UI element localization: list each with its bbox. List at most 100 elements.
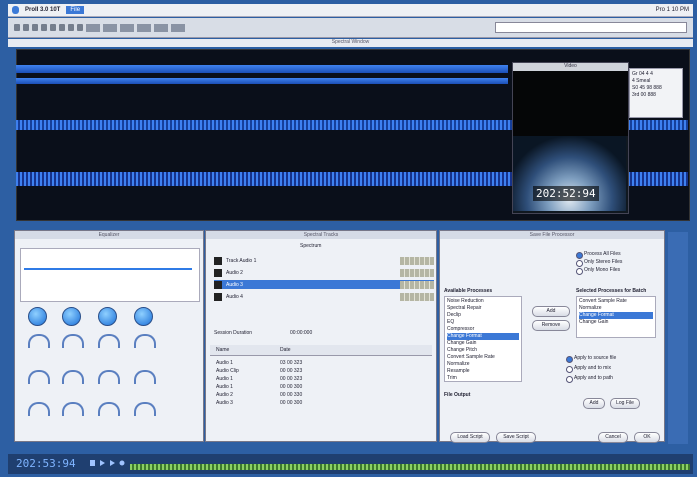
track-name: Audio 3: [226, 281, 243, 288]
process-item[interactable]: Spectral Repair: [447, 305, 519, 312]
toolbar-field[interactable]: [495, 22, 687, 33]
track-row-selected[interactable]: Audio 3: [214, 280, 434, 289]
tool-icon[interactable]: [50, 24, 56, 31]
tool-group-icon[interactable]: [171, 23, 185, 32]
process-item[interactable]: Noise Reduction: [447, 298, 519, 305]
log-file-button[interactable]: Log File: [610, 398, 640, 409]
tool-group-icon[interactable]: [154, 23, 168, 32]
record-icon: [119, 460, 125, 466]
info-line: Gr 04 4 4: [632, 71, 653, 77]
gain-knob[interactable]: [98, 307, 117, 326]
q-dial[interactable]: [98, 370, 120, 384]
selected-item[interactable]: Normalize: [579, 305, 653, 312]
spot-view-title: Spectral Window: [8, 39, 693, 47]
tool-group-icon[interactable]: [103, 23, 117, 32]
selected-processes-list[interactable]: Convert Sample Rate Normalize Change For…: [576, 296, 656, 338]
list-item[interactable]: Audio 2 00 00 330: [216, 392, 416, 399]
process-item[interactable]: Compressor: [447, 326, 519, 333]
process-item[interactable]: Change Pitch: [447, 347, 519, 354]
cancel-button[interactable]: Cancel: [598, 432, 628, 443]
tool-icon[interactable]: [14, 24, 20, 31]
track-row[interactable]: Track Audio 1: [214, 256, 434, 265]
track-row[interactable]: Audio 2: [214, 268, 434, 277]
eq-curve: [24, 268, 192, 270]
waveform-track-2[interactable]: [16, 78, 508, 84]
process-item[interactable]: Declip: [447, 312, 519, 319]
tool-icon[interactable]: [77, 24, 83, 31]
save-script-button[interactable]: Save Script: [496, 432, 536, 443]
waveform-track-1[interactable]: [16, 65, 508, 73]
col-name[interactable]: Name: [216, 347, 229, 353]
q-dial[interactable]: [28, 370, 50, 384]
play-icon: [100, 460, 105, 466]
load-script-button[interactable]: Load Script: [450, 432, 490, 443]
process-item[interactable]: Trim: [447, 375, 519, 382]
col-date[interactable]: Date: [280, 347, 291, 353]
session-duration-label: Session Duration: [214, 330, 253, 336]
q-dial[interactable]: [62, 370, 84, 384]
add-process-button[interactable]: Add: [532, 306, 570, 317]
shape-dial[interactable]: [98, 402, 120, 416]
app-name[interactable]: ProII 3.0 10T: [25, 7, 60, 13]
tool-icon[interactable]: [59, 24, 65, 31]
selected-item[interactable]: Change Gain: [579, 319, 653, 326]
list-item[interactable]: Audio 3 00 00 300: [216, 400, 416, 407]
freq-dial[interactable]: [98, 334, 120, 348]
gain-knob[interactable]: [28, 307, 47, 326]
freq-dial[interactable]: [28, 334, 50, 348]
tool-group-icon[interactable]: [137, 23, 151, 32]
stop-icon: [90, 460, 95, 466]
add-output-button[interactable]: Add: [583, 398, 605, 409]
menu-clock: Pro 1 10 PM: [655, 7, 689, 13]
mono-radio[interactable]: [576, 268, 583, 275]
tool-icon[interactable]: [68, 24, 74, 31]
main-toolbar: [8, 18, 693, 38]
shape-dial[interactable]: [62, 402, 84, 416]
process-item[interactable]: EQ: [447, 319, 519, 326]
tool-group-icon[interactable]: [120, 23, 134, 32]
list-item[interactable]: Audio 1 00 00 323: [216, 376, 416, 383]
menu-bar: ProII 3.0 10T File Pro 1 10 PM: [8, 4, 693, 17]
freq-dial[interactable]: [62, 334, 84, 348]
available-processes-list[interactable]: Noise Reduction Spectral Repair Declip E…: [444, 296, 522, 382]
stereo-radio[interactable]: [576, 260, 583, 267]
apply-source-radio[interactable]: [566, 356, 573, 363]
ok-button[interactable]: OK: [634, 432, 660, 443]
process-item[interactable]: Change Gain: [447, 340, 519, 347]
process-item[interactable]: Resample: [447, 368, 519, 375]
right-edge-scrollbar[interactable]: [668, 232, 688, 444]
transport-controls[interactable]: [88, 459, 132, 467]
process-all-radio[interactable]: [576, 252, 583, 259]
freq-dial[interactable]: [134, 334, 156, 348]
file-menu[interactable]: File: [66, 6, 85, 14]
row-date: 00 00 323: [280, 376, 303, 382]
gain-knob[interactable]: [134, 307, 153, 326]
eq-graph[interactable]: [20, 248, 200, 302]
tool-icon[interactable]: [41, 24, 47, 31]
list-item[interactable]: Audio 1 03 00 323: [216, 360, 416, 367]
video-window[interactable]: Video 202:52:94: [512, 62, 629, 214]
tool-icon[interactable]: [23, 24, 29, 31]
apply-path-radio[interactable]: [566, 376, 573, 383]
info-line: 4 Smeal: [632, 78, 651, 84]
q-dial[interactable]: [134, 370, 156, 384]
list-item[interactable]: Audio 1 00 00 300: [216, 384, 416, 391]
track-row[interactable]: Audio 4: [214, 292, 434, 301]
shape-dial[interactable]: [134, 402, 156, 416]
tool-icon[interactable]: [32, 24, 38, 31]
row-date: 00 00 300: [280, 400, 303, 406]
process-item[interactable]: Convert Sample Rate: [447, 354, 519, 361]
list-header: Name Date: [210, 345, 432, 356]
selected-item[interactable]: Convert Sample Rate: [579, 298, 653, 305]
video-title: Video: [513, 63, 628, 71]
list-item[interactable]: Audio Clip 00 00 323: [216, 368, 416, 375]
app-icon[interactable]: [12, 6, 19, 14]
apply-mix-radio[interactable]: [566, 366, 573, 373]
tool-group-icon[interactable]: [86, 23, 100, 32]
gain-knob[interactable]: [62, 307, 81, 326]
process-item-selected[interactable]: Change Format: [447, 333, 519, 340]
remove-process-button[interactable]: Remove: [532, 320, 570, 331]
selected-item-highlight[interactable]: Change Format: [579, 312, 653, 319]
shape-dial[interactable]: [28, 402, 50, 416]
process-item[interactable]: Normalize: [447, 361, 519, 368]
